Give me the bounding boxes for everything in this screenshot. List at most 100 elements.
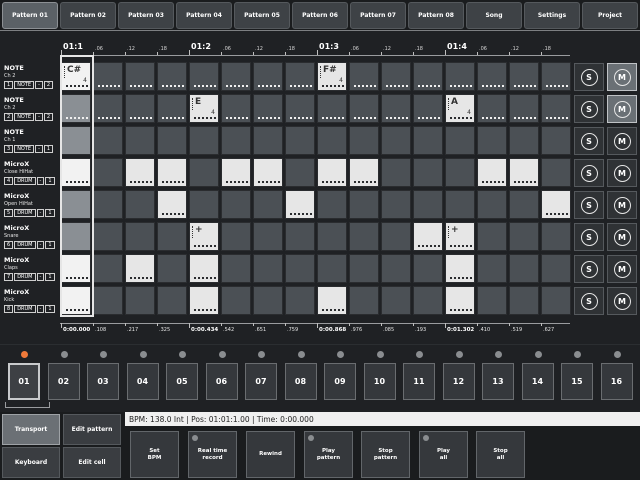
step-cell[interactable] — [285, 158, 315, 187]
step-cell[interactable] — [413, 222, 443, 251]
pattern-button[interactable]: 04 — [126, 363, 159, 400]
action-real-time-record-button[interactable]: Real time record — [188, 431, 237, 478]
step-cell[interactable] — [93, 158, 123, 187]
step-cell[interactable] — [157, 94, 187, 123]
step-cell[interactable] — [477, 222, 507, 251]
solo-button[interactable]: S — [574, 255, 604, 283]
step-cell[interactable] — [125, 254, 155, 283]
step-cell[interactable] — [285, 254, 315, 283]
step-cell[interactable] — [253, 158, 283, 187]
step-cell[interactable]: + — [189, 222, 219, 251]
track-label[interactable]: MicroX Open HiHat 5 DRUM -1 — [2, 190, 59, 220]
step-cell[interactable] — [221, 62, 251, 91]
step-cell[interactable] — [189, 126, 219, 155]
step-cell[interactable] — [157, 254, 187, 283]
step-cell[interactable] — [125, 222, 155, 251]
track-label[interactable]: NOTE Ch 1 3 NOTE -1 — [2, 126, 59, 156]
tab-settings[interactable]: Settings — [524, 2, 580, 29]
step-cell[interactable] — [509, 222, 539, 251]
step-cell[interactable] — [221, 94, 251, 123]
step-cell[interactable] — [509, 254, 539, 283]
action-set-bpm-button[interactable]: Set BPM — [130, 431, 179, 478]
step-cell[interactable] — [189, 62, 219, 91]
step-cell[interactable] — [349, 94, 379, 123]
mode-transport-button[interactable]: Transport — [2, 414, 60, 445]
step-cell[interactable]: F# 4 — [317, 62, 347, 91]
step-cell[interactable] — [445, 254, 475, 283]
pattern-button[interactable]: 14 — [521, 363, 554, 400]
step-cell[interactable]: + — [445, 222, 475, 251]
step-cell[interactable] — [317, 126, 347, 155]
solo-button[interactable]: S — [574, 159, 604, 187]
tab-song[interactable]: Song — [466, 2, 522, 29]
step-cell[interactable] — [477, 190, 507, 219]
step-cell[interactable] — [189, 190, 219, 219]
step-cell[interactable] — [413, 126, 443, 155]
step-cell[interactable] — [381, 286, 411, 315]
step-cell[interactable] — [445, 190, 475, 219]
step-cell[interactable] — [317, 190, 347, 219]
mute-button[interactable]: M — [607, 159, 637, 187]
track-decrement[interactable]: - — [35, 145, 43, 153]
step-cell[interactable] — [285, 222, 315, 251]
pattern-button[interactable]: 03 — [87, 363, 119, 400]
solo-button[interactable]: S — [574, 191, 604, 219]
step-cell[interactable] — [253, 190, 283, 219]
step-cell[interactable] — [477, 158, 507, 187]
step-cell[interactable] — [317, 222, 347, 251]
step-cell[interactable] — [509, 62, 539, 91]
tab-pattern-04[interactable]: Pattern 04 — [176, 2, 232, 29]
step-cell[interactable] — [61, 190, 91, 219]
pattern-button[interactable]: 09 — [324, 363, 356, 400]
step-cell[interactable] — [157, 62, 187, 91]
pattern-button[interactable]: 15 — [561, 363, 593, 400]
step-cell[interactable] — [221, 158, 251, 187]
step-cell[interactable] — [61, 158, 91, 187]
step-cell[interactable] — [413, 254, 443, 283]
step-cell[interactable] — [93, 254, 123, 283]
track-decrement[interactable]: - — [36, 177, 45, 185]
action-rewind-button[interactable]: Rewind — [246, 431, 295, 478]
step-cell[interactable] — [317, 254, 347, 283]
step-cell[interactable] — [61, 254, 91, 283]
mute-button[interactable]: M — [607, 127, 637, 155]
step-cell[interactable] — [541, 190, 571, 219]
step-cell[interactable] — [93, 62, 123, 91]
tab-pattern-05[interactable]: Pattern 05 — [234, 2, 290, 29]
tab-pattern-03[interactable]: Pattern 03 — [118, 2, 174, 29]
action-play-all-button[interactable]: Play all — [419, 431, 468, 478]
pattern-button[interactable]: 12 — [442, 363, 475, 400]
step-cell[interactable] — [381, 94, 411, 123]
step-cell[interactable] — [541, 126, 571, 155]
step-cell[interactable] — [381, 222, 411, 251]
mute-button[interactable]: M — [607, 95, 637, 123]
step-cell[interactable] — [349, 222, 379, 251]
step-cell[interactable] — [541, 222, 571, 251]
step-cell[interactable] — [317, 286, 347, 315]
step-cell[interactable] — [509, 286, 539, 315]
step-cell[interactable] — [413, 62, 443, 91]
step-cell[interactable]: A4 — [445, 94, 475, 123]
step-cell[interactable] — [413, 190, 443, 219]
pattern-button[interactable]: 05 — [166, 363, 198, 400]
mute-button[interactable]: M — [607, 223, 637, 251]
step-cell[interactable] — [61, 126, 91, 155]
step-cell[interactable] — [349, 254, 379, 283]
step-cell[interactable] — [381, 190, 411, 219]
step-cell[interactable] — [445, 158, 475, 187]
tab-pattern-02[interactable]: Pattern 02 — [60, 2, 116, 29]
step-cell[interactable] — [285, 62, 315, 91]
step-cell[interactable] — [157, 190, 187, 219]
pattern-button[interactable]: 16 — [600, 363, 633, 400]
step-cell[interactable] — [509, 190, 539, 219]
step-cell[interactable] — [445, 126, 475, 155]
track-decrement[interactable]: - — [36, 273, 45, 281]
step-cell[interactable] — [285, 94, 315, 123]
track-decrement[interactable]: - — [36, 209, 45, 217]
step-cell[interactable] — [285, 286, 315, 315]
tab-pattern-06[interactable]: Pattern 06 — [292, 2, 348, 29]
step-cell[interactable] — [413, 158, 443, 187]
step-cell[interactable] — [125, 62, 155, 91]
solo-button[interactable]: S — [574, 63, 604, 91]
step-cell[interactable] — [445, 286, 475, 315]
